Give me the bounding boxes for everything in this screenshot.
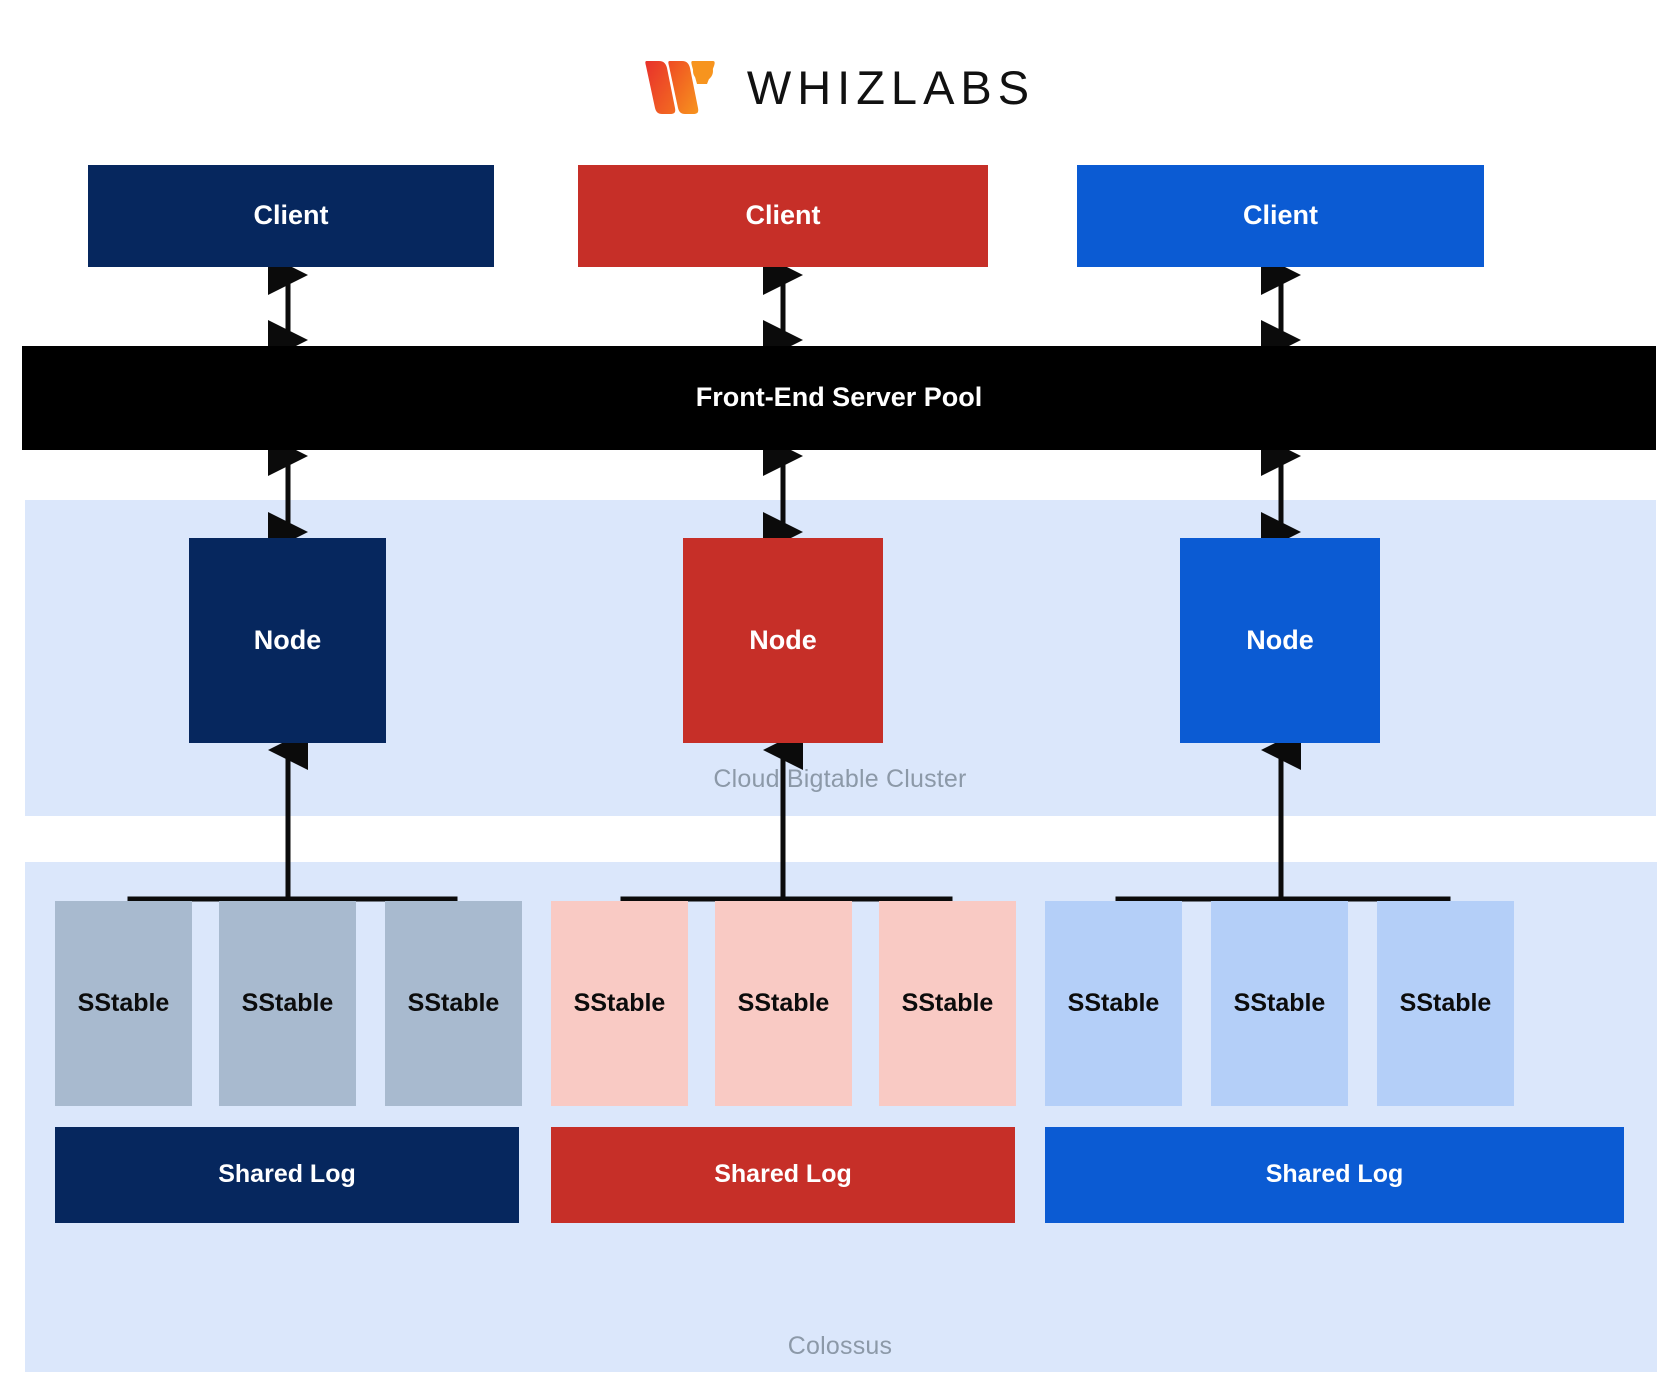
- whizlabs-w-mark-icon: [645, 58, 725, 116]
- sstable-box-3-1[interactable]: SStable: [1045, 901, 1182, 1106]
- sstable-box-2-2[interactable]: SStable: [715, 901, 852, 1106]
- front-end-server-pool-label: Front-End Server Pool: [695, 382, 983, 413]
- shared-log-box-1[interactable]: Shared Log: [55, 1127, 519, 1223]
- node-label: Node: [749, 624, 817, 655]
- sstable-label: SStable: [737, 989, 830, 1017]
- client-label: Client: [253, 200, 329, 231]
- brand-name: WHIZLABS: [746, 60, 1036, 114]
- colossus-label: Colossus: [787, 1332, 893, 1360]
- sstable-box-2-3[interactable]: SStable: [879, 901, 1016, 1106]
- node-label: Node: [1246, 624, 1314, 655]
- diagram-canvas: WHIZLABS Client Client Client Front-End …: [0, 0, 1680, 1400]
- sstable-label: SStable: [1067, 989, 1160, 1017]
- shared-log-label: Shared Log: [714, 1160, 852, 1189]
- shared-log-label: Shared Log: [1265, 1160, 1404, 1189]
- node-label: Node: [253, 624, 322, 655]
- brand-logo: WHIZLABS: [0, 58, 1680, 116]
- sstable-label: SStable: [77, 989, 170, 1017]
- node-box-2[interactable]: Node: [683, 538, 883, 743]
- sstable-box-1-3[interactable]: SStable: [385, 901, 522, 1106]
- sstable-label: SStable: [241, 989, 334, 1017]
- sstable-box-3-2[interactable]: SStable: [1211, 901, 1348, 1106]
- sstable-label: SStable: [407, 989, 500, 1017]
- sstable-label: SStable: [1399, 989, 1492, 1017]
- node-box-1[interactable]: Node: [189, 538, 386, 743]
- sstable-box-1-1[interactable]: SStable: [55, 901, 192, 1106]
- sstable-label: SStable: [573, 989, 666, 1017]
- shared-log-label: Shared Log: [218, 1160, 356, 1189]
- shared-log-box-2[interactable]: Shared Log: [551, 1127, 1015, 1223]
- front-end-server-pool-bar[interactable]: Front-End Server Pool: [22, 346, 1656, 450]
- client-label: Client: [745, 200, 821, 231]
- client-label: Client: [1242, 200, 1318, 231]
- sstable-box-2-1[interactable]: SStable: [551, 901, 688, 1106]
- shared-log-box-3[interactable]: Shared Log: [1045, 1127, 1624, 1223]
- sstable-box-1-2[interactable]: SStable: [219, 901, 356, 1106]
- client-box-1[interactable]: Client: [88, 165, 494, 267]
- sstable-label: SStable: [1233, 989, 1326, 1017]
- node-box-3[interactable]: Node: [1180, 538, 1380, 743]
- client-box-3[interactable]: Client: [1077, 165, 1484, 267]
- sstable-box-3-3[interactable]: SStable: [1377, 901, 1514, 1106]
- sstable-label: SStable: [901, 989, 994, 1017]
- client-box-2[interactable]: Client: [578, 165, 988, 267]
- cloud-bigtable-cluster-label: Cloud Bigtable Cluster: [713, 765, 967, 793]
